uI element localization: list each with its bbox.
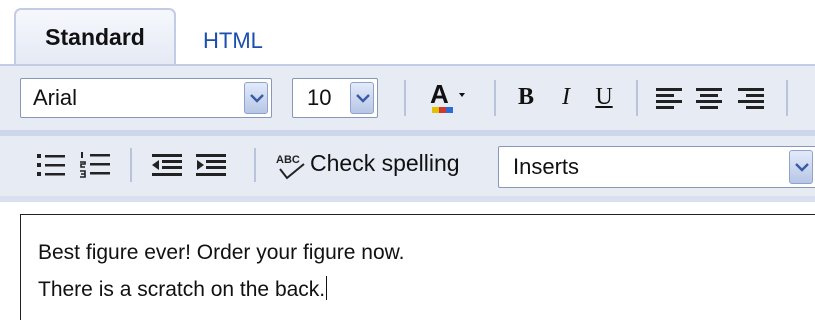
font-color-glyph: A <box>430 79 449 109</box>
align-left-icon <box>656 88 682 109</box>
outdent-button[interactable] <box>150 150 184 180</box>
tab-html-label: HTML <box>203 28 263 53</box>
toolbar-separator <box>636 80 638 116</box>
tab-strip: Standard HTML <box>0 0 815 66</box>
align-right-icon <box>738 88 764 109</box>
chevron-down-icon <box>795 163 809 172</box>
editor-line-with-caret: There is a scratch on the back. <box>38 271 405 308</box>
check-spelling-button[interactable]: ABC <box>274 148 310 184</box>
font-family-select[interactable]: Arial <box>20 78 272 118</box>
numbered-list-icon <box>80 152 110 178</box>
inserts-select[interactable]: Inserts <box>498 146 815 188</box>
align-center-button[interactable] <box>694 84 724 112</box>
chevron-down-icon <box>250 94 264 103</box>
numbered-list-button[interactable] <box>80 150 112 180</box>
indent-button[interactable] <box>194 150 228 180</box>
inserts-value: Inserts <box>513 154 580 179</box>
toolbar-band <box>0 196 815 202</box>
outdent-icon <box>152 154 182 176</box>
spellcheck-icon: ABC <box>276 154 305 180</box>
indent-icon <box>196 154 226 176</box>
font-family-dropdown-button[interactable] <box>244 82 268 114</box>
underline-button[interactable]: U <box>590 80 618 114</box>
font-color-icon: A <box>430 79 465 113</box>
tab-html[interactable]: HTML <box>203 28 263 54</box>
font-size-dropdown-button[interactable] <box>350 82 374 114</box>
font-size-select[interactable]: 10 <box>292 78 378 118</box>
inserts-dropdown-button[interactable] <box>789 150 813 184</box>
chevron-down-icon <box>356 94 370 103</box>
toolbar-separator <box>130 148 132 182</box>
font-color-button[interactable]: A <box>424 76 472 118</box>
font-size-value: 10 <box>307 85 332 110</box>
italic-button[interactable]: I <box>556 80 576 114</box>
bullet-list-icon <box>37 154 65 176</box>
editor-line: There is a scratch on the back. <box>38 278 326 301</box>
check-spelling-label[interactable]: Check spelling <box>310 150 460 177</box>
toolbar-separator <box>254 148 256 182</box>
bold-button[interactable]: B <box>514 80 538 114</box>
tab-standard[interactable]: Standard <box>14 8 176 66</box>
editor-content[interactable]: Best figure ever! Order your figure now.… <box>38 234 405 308</box>
toolbar-separator <box>494 80 496 116</box>
text-caret <box>326 276 328 300</box>
spellcheck-glyph: ABC <box>276 154 300 166</box>
toolbar-separator <box>786 80 788 116</box>
toolbar-separator <box>404 80 406 116</box>
bold-icon: B <box>517 83 534 110</box>
align-left-button[interactable] <box>654 84 684 112</box>
align-right-button[interactable] <box>736 84 766 112</box>
underline-icon: U <box>595 83 613 110</box>
align-center-icon <box>696 88 722 109</box>
bullet-list-button[interactable] <box>36 150 66 180</box>
font-family-value: Arial <box>33 85 78 110</box>
italic-icon: I <box>562 83 570 110</box>
editor-line: Best figure ever! Order your figure now. <box>38 241 405 264</box>
tab-standard-label: Standard <box>45 24 145 50</box>
